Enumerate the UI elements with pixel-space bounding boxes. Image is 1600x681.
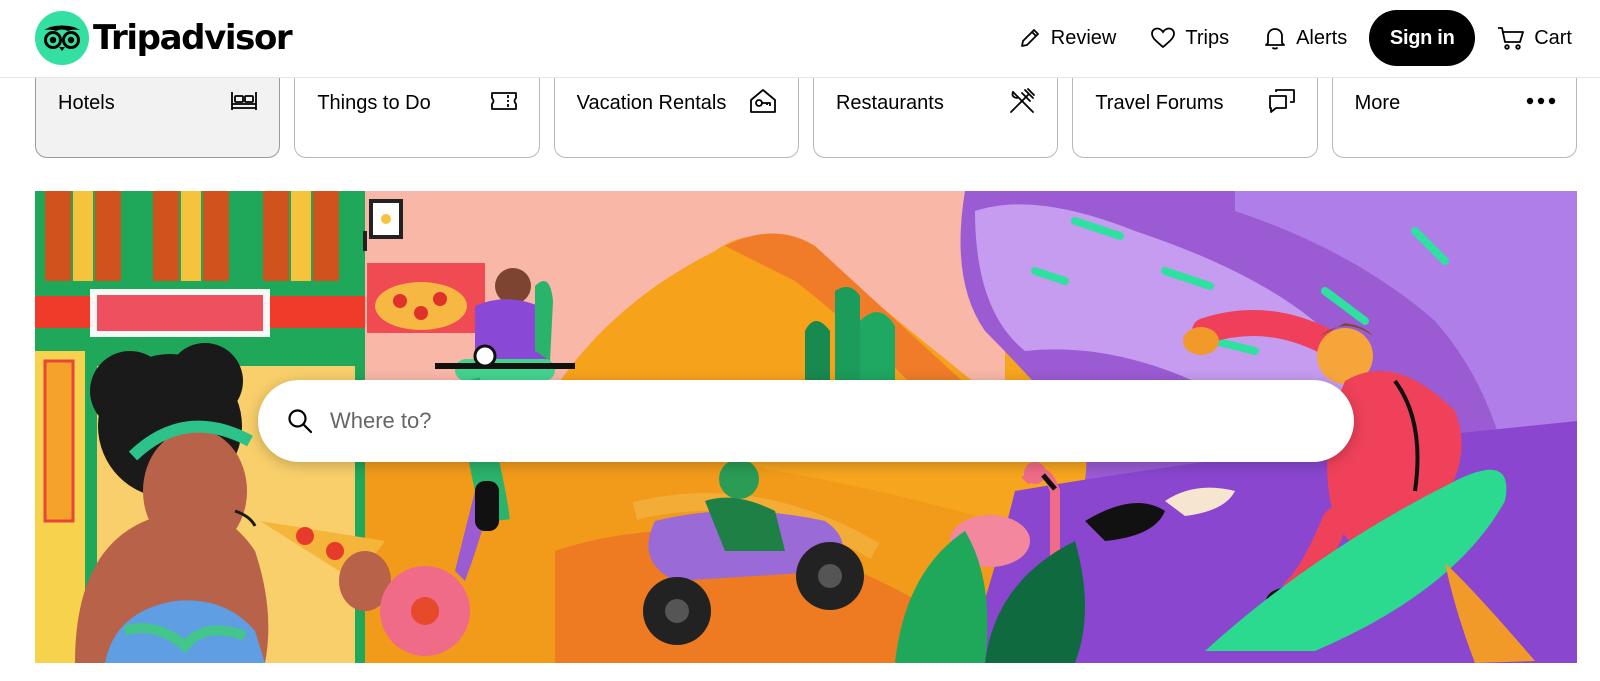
category-tabs: Hotels Things to Do Vacation Rentals Res…	[35, 78, 1577, 158]
bed-icon	[229, 86, 259, 116]
house-key-icon	[748, 86, 778, 116]
category-label: Travel Forums	[1095, 92, 1224, 114]
heart-icon	[1151, 27, 1176, 49]
category-restaurants[interactable]: Restaurants	[812, 78, 1059, 158]
category-label: Hotels	[58, 92, 115, 114]
search-input[interactable]	[330, 408, 1230, 434]
sign-in-button[interactable]: Sign in	[1369, 10, 1476, 66]
review-link[interactable]: Review	[1018, 26, 1117, 50]
category-more[interactable]: More	[1331, 78, 1577, 158]
category-things-to-do[interactable]: Things to Do	[294, 78, 540, 158]
chat-bubbles-icon	[1267, 86, 1297, 116]
category-label: Vacation Rentals	[576, 92, 727, 114]
alerts-link[interactable]: Alerts	[1263, 25, 1347, 51]
search-bar[interactable]	[258, 380, 1354, 462]
trips-label: Trips	[1185, 26, 1230, 49]
more-dots-icon	[1526, 86, 1556, 116]
trips-link[interactable]: Trips	[1150, 26, 1229, 50]
category-label: Things to Do	[317, 92, 431, 114]
search-icon	[286, 407, 314, 435]
ticket-icon	[489, 86, 519, 116]
tripadvisor-logo[interactable]: Tripadvisor	[35, 11, 293, 65]
alerts-label: Alerts	[1296, 26, 1348, 49]
bell-icon	[1265, 28, 1285, 50]
fork-knife-icon	[1007, 86, 1037, 116]
pencil-icon	[1020, 29, 1039, 47]
header-nav: Review Trips Alerts Sign in Cart	[984, 10, 1572, 66]
category-travel-forums[interactable]: Travel Forums	[1072, 78, 1318, 158]
owl-logo-icon	[35, 11, 89, 65]
brand-name: Tripadvisor	[93, 18, 293, 58]
cart-icon	[1498, 27, 1525, 50]
cart-label: Cart	[1534, 26, 1572, 49]
top-header: Tripadvisor Review Trips Alerts Sign in …	[0, 0, 1600, 78]
review-label: Review	[1050, 26, 1117, 49]
category-vacation-rentals[interactable]: Vacation Rentals	[553, 78, 799, 158]
category-label: Restaurants	[835, 92, 944, 114]
category-label: More	[1354, 92, 1401, 114]
category-hotels[interactable]: Hotels	[35, 78, 281, 158]
hero-banner	[35, 191, 1577, 663]
cart-link[interactable]: Cart	[1497, 25, 1572, 51]
